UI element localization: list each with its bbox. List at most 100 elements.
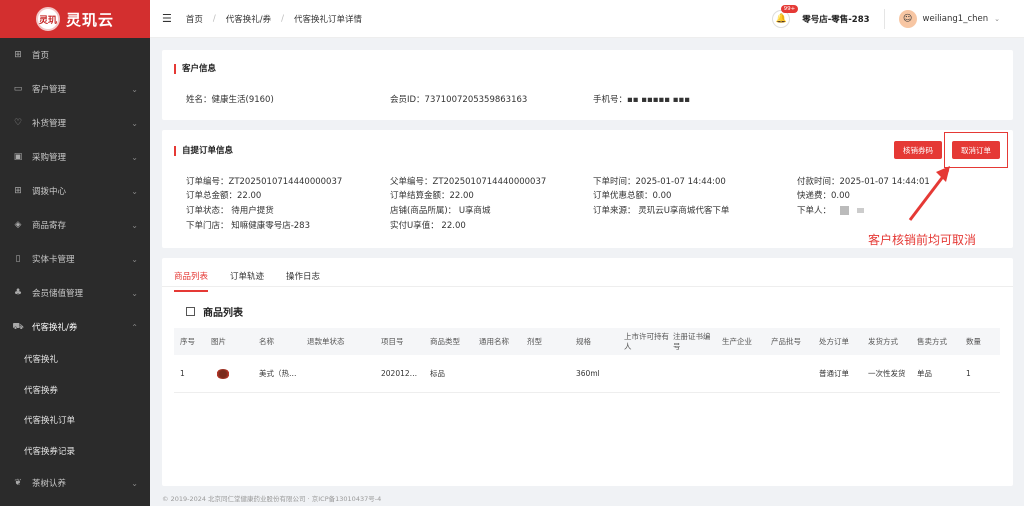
tab-product-list[interactable]: 商品列表 xyxy=(174,266,209,292)
sidebar-item-label: 首页 xyxy=(32,51,50,61)
brand[interactable]: 灵玑 灵玑云 xyxy=(0,0,150,38)
parent-order-number: 父单编号：ZT2025010714440000037 xyxy=(390,177,547,187)
sidebar-item-transfer[interactable]: ⊞ 调拨中心 ⌄ xyxy=(0,174,150,208)
table-row[interactable]: 1 美式（热… 202012… 标品 360ml 普通订单 一次性发货 单品 1 xyxy=(174,355,1000,393)
avatar[interactable]: ☺ xyxy=(898,10,917,28)
col-header: 序号 xyxy=(180,336,195,346)
table-cell: 202012… xyxy=(381,368,418,378)
submenu-item-coupon-records[interactable]: 代客换券记录 xyxy=(0,435,150,466)
verify-coupon-button[interactable]: 核销券码 xyxy=(894,141,942,159)
customer-info-panel: 客户信息 姓名：健康生活(9160) 会员ID：7371007205359863… xyxy=(162,50,1013,120)
order-time: 下单时间：2025-01-07 14:44:00 xyxy=(593,177,726,187)
tab-order-track[interactable]: 订单轨迹 xyxy=(230,266,264,292)
sidebar-item-label: 茶树认养 xyxy=(32,479,67,489)
sidebar-item-label: 采购管理 xyxy=(32,153,67,163)
sidebar-item-label: 会员储值管理 xyxy=(32,289,84,299)
sidebar-item-customer[interactable]: ▭ 客户管理 ⌄ xyxy=(0,72,150,106)
chevron-up-icon: ⌃ xyxy=(131,322,138,332)
chevron-down-icon: ⌄ xyxy=(131,220,138,230)
divider xyxy=(883,9,885,29)
grid-icon: ⊞ xyxy=(14,50,22,60)
sidebar-item-cards[interactable]: ▯ 实体卡管理 ⌄ xyxy=(0,242,150,276)
menu-toggle-icon[interactable]: ☰ xyxy=(162,12,172,25)
tab-divider xyxy=(162,286,1013,287)
col-header: 处方订单 xyxy=(819,336,849,346)
table-cell: 1 xyxy=(966,368,971,378)
table-cell: 一次性发货 xyxy=(868,368,906,378)
redacted-mark xyxy=(857,208,865,213)
breadcrumb-separator: / xyxy=(212,13,216,24)
order-shop: 店铺(商品所属)： U享商城 xyxy=(390,206,491,216)
breadcrumb-home[interactable]: 首页 xyxy=(186,13,203,25)
customer-name: 姓名：健康生活(9160) xyxy=(186,95,274,105)
col-header: 注册证书编号 xyxy=(673,331,711,351)
col-header: 图片 xyxy=(211,336,226,346)
table-header: 序号 图片 名称 退款单状态 项目号 商品类型 通用名称 剂型 规格 上市许可持… xyxy=(174,328,1000,355)
chevron-down-icon: ⌄ xyxy=(131,152,138,162)
sidebar-item-label: 调拨中心 xyxy=(32,187,67,197)
orderer: 下单人： xyxy=(797,204,865,216)
member-id: 会员ID：7371007205359863163 xyxy=(390,95,528,105)
col-header: 名称 xyxy=(259,336,274,346)
submenu-item-gift[interactable]: 代客换礼 xyxy=(0,344,150,375)
sidebar-item-home[interactable]: ⊞ 首页 xyxy=(0,38,150,72)
paid-u-value: 实付U享值： 22.00 xyxy=(390,221,466,231)
sidebar-item-label: 实体卡管理 xyxy=(32,255,75,265)
product-list-heading: 商品列表 xyxy=(186,304,243,319)
leaf-icon: ❦ xyxy=(14,478,22,488)
chevron-down-icon: ⌄ xyxy=(131,288,138,298)
phone-number: 手机号：▪▪ ▪▪▪▪▪ ▪▪▪ xyxy=(593,95,691,105)
order-number: 订单编号：ZT2025010714440000037 xyxy=(186,177,343,187)
order-source: 订单来源： 灵玑云U享商城代客下单 xyxy=(593,206,730,216)
table-cell: 1 xyxy=(180,368,185,378)
customer-info-title: 客户信息 xyxy=(174,64,216,74)
annotation-text: 客户核销前均可取消 xyxy=(868,233,977,247)
order-info-title: 自提订单信息 xyxy=(174,146,233,156)
order-store: 下单门店： 知嘛健康零号店-283 xyxy=(186,221,310,231)
col-header: 项目号 xyxy=(381,336,404,346)
col-header: 退款单状态 xyxy=(307,336,345,346)
sidebar: 灵玑 灵玑云 ⊞ 首页 ▭ 客户管理 ⌄ ♡ 补货管理 ⌄ ▣ 采购管理 ⌄ ⊞… xyxy=(0,0,150,506)
chevron-down-icon: ⌄ xyxy=(131,118,138,128)
cart-box-icon: ▣ xyxy=(13,152,23,162)
people-icon: ♣ xyxy=(13,288,23,298)
product-image[interactable] xyxy=(216,368,230,379)
sidebar-item-label: 补货管理 xyxy=(32,119,67,129)
tab-operation-log[interactable]: 操作日志 xyxy=(286,266,320,292)
sidebar-item-storage[interactable]: ◈ 商品寄存 ⌄ xyxy=(0,208,150,242)
sidebar-item-tea[interactable]: ❦ 茶树认养 ⌄ xyxy=(0,466,150,500)
col-header: 生产企业 xyxy=(722,336,752,346)
sidebar-item-gift-exchange[interactable]: ⛟ 代客换礼/券 ⌃ xyxy=(0,310,150,344)
order-settlement: 订单结算金额：22.00 xyxy=(390,191,474,201)
heart-icon: ♡ xyxy=(13,118,23,128)
products-panel: 商品列表 订单轨迹 操作日志 商品列表 序号 图片 名称 退款单状态 项目号 商… xyxy=(162,258,1013,486)
sidebar-item-label: 商品寄存 xyxy=(32,221,67,231)
col-header: 剂型 xyxy=(527,336,542,346)
top-header: ☰ 首页 / 代客换礼/券 / 代客换礼订单详情 🔔 99+ 零号店-零售-28… xyxy=(150,0,1024,38)
customer-icon: ▭ xyxy=(13,84,23,94)
current-store[interactable]: 零号店-零售-283 xyxy=(802,13,869,25)
submenu-item-coupon[interactable]: 代客换券 xyxy=(0,374,150,405)
product-table: 序号 图片 名称 退款单状态 项目号 商品类型 通用名称 剂型 规格 上市许可持… xyxy=(174,328,1000,393)
breadcrumb-gift-exchange[interactable]: 代客换礼/券 xyxy=(226,13,271,25)
detail-tabs: 商品列表 订单轨迹 操作日志 xyxy=(174,266,342,292)
table-cell: 标品 xyxy=(430,368,445,378)
col-header: 规格 xyxy=(576,336,591,346)
order-total: 订单总金额：22.00 xyxy=(186,191,262,201)
table-cell: 360ml xyxy=(576,368,600,378)
chevron-down-icon: ⌄ xyxy=(131,254,138,264)
col-header: 商品类型 xyxy=(430,336,460,346)
list-icon xyxy=(186,307,195,316)
col-header: 售卖方式 xyxy=(917,336,947,346)
chevron-down-icon[interactable]: ⌄ xyxy=(994,15,1000,23)
order-status: 订单状态： 待用户提货 xyxy=(186,206,274,216)
sidebar-item-replenish[interactable]: ♡ 补货管理 ⌄ xyxy=(0,106,150,140)
cart-icon: ⛟ xyxy=(12,321,24,332)
notification-badge: 99+ xyxy=(780,5,799,13)
sidebar-item-purchase[interactable]: ▣ 采购管理 ⌄ xyxy=(0,140,150,174)
notification-bell-icon[interactable]: 🔔 99+ xyxy=(772,5,799,28)
username[interactable]: weiliang1_chen xyxy=(923,14,989,24)
shipping-fee: 快递费：0.00 xyxy=(797,191,850,201)
submenu-item-gift-orders[interactable]: 代客换礼订单 xyxy=(0,405,150,436)
sidebar-item-member-value[interactable]: ♣ 会员储值管理 ⌄ xyxy=(0,276,150,310)
